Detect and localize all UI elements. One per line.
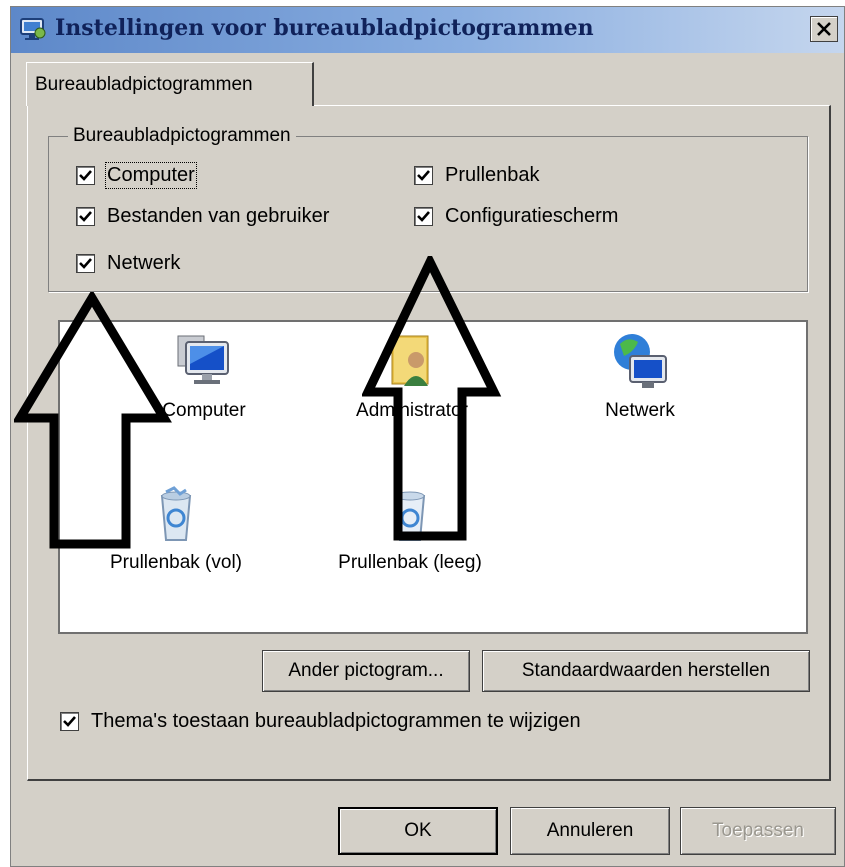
checkbox-allow-themes[interactable]: Thema's toestaan bureaubladpictogrammen …	[60, 710, 581, 733]
computer-icon	[177, 335, 229, 384]
checkbox-label: Computer	[105, 162, 197, 189]
icon-item-computer[interactable]: Computer	[104, 330, 304, 422]
checkbox-box[interactable]	[414, 166, 433, 185]
checkmark-icon	[79, 211, 92, 222]
close-icon	[817, 22, 831, 36]
ok-button[interactable]: OK	[338, 807, 498, 855]
checkbox-box[interactable]	[414, 207, 433, 226]
tab-label: Bureaubladpictogrammen	[35, 74, 253, 95]
checkbox-box[interactable]	[76, 166, 95, 185]
icon-label: Computer	[162, 400, 246, 421]
groupbox-legend: Bureaubladpictogrammen	[68, 125, 296, 147]
icon-item-network[interactable]: Netwerk	[540, 330, 740, 422]
recycle-bin-empty-icon	[394, 491, 426, 541]
restore-defaults-button[interactable]: Standaardwaarden herstellen	[482, 650, 810, 692]
checkbox-recycle-bin[interactable]: Prullenbak	[414, 164, 540, 187]
checkbox-control-panel[interactable]: Configuratiescherm	[414, 205, 618, 228]
checkbox-box[interactable]	[60, 712, 79, 731]
icon-list[interactable]: Computer Administrator Netwerk Prullenba…	[58, 320, 808, 634]
tab-desktop-icons[interactable]: Bureaubladpictogrammen	[26, 62, 314, 106]
user-folder-icon	[391, 335, 429, 386]
icon-label: Netwerk	[605, 400, 675, 421]
checkmark-icon	[417, 211, 430, 222]
window-title: Instellingen voor bureaubladpictogrammen	[55, 15, 594, 41]
checkbox-label: Prullenbak	[445, 164, 540, 186]
cancel-button[interactable]: Annuleren	[510, 807, 670, 855]
icon-item-recycle-bin-full[interactable]: Prullenbak (vol)	[76, 482, 276, 574]
icon-label: Administrator	[356, 400, 468, 421]
checkmark-icon	[63, 716, 76, 727]
checkbox-label: Configuratiescherm	[445, 205, 619, 227]
apply-button[interactable]: Toepassen	[680, 807, 836, 855]
checkbox-box[interactable]	[76, 207, 95, 226]
checkmark-icon	[79, 258, 92, 269]
display-settings-icon	[20, 18, 46, 40]
checkbox-computer[interactable]: Computer	[76, 162, 197, 189]
checkbox-label: Netwerk	[107, 252, 181, 274]
checkbox-label: Thema's toestaan bureaubladpictogrammen …	[91, 710, 581, 732]
icon-label: Prullenbak (leeg)	[338, 552, 482, 573]
icon-item-administrator[interactable]: Administrator	[312, 330, 512, 422]
checkmark-icon	[79, 170, 92, 181]
network-icon	[614, 334, 667, 388]
recycle-bin-full-icon	[160, 486, 192, 541]
change-icon-button[interactable]: Ander pictogram...	[262, 650, 470, 692]
checkmark-icon	[417, 170, 430, 181]
icon-label: Prullenbak (vol)	[110, 552, 242, 573]
title-bar[interactable]: Instellingen voor bureaubladpictogrammen	[11, 7, 844, 53]
checkbox-label: Bestanden van gebruiker	[107, 205, 330, 227]
icon-item-recycle-bin-empty[interactable]: Prullenbak (leeg)	[310, 482, 510, 574]
close-button[interactable]	[810, 16, 838, 42]
checkbox-box[interactable]	[76, 254, 95, 273]
checkbox-user-files[interactable]: Bestanden van gebruiker	[76, 205, 329, 228]
checkbox-network[interactable]: Netwerk	[76, 252, 180, 275]
